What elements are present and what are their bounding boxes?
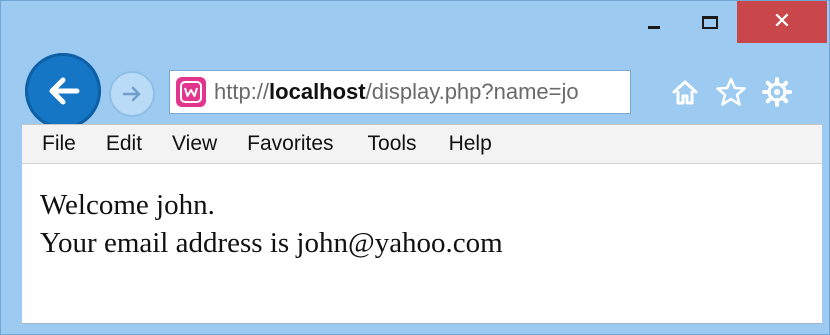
menu-file[interactable]: File bbox=[42, 132, 76, 156]
menu-edit[interactable]: Edit bbox=[106, 132, 142, 156]
home-button[interactable] bbox=[668, 75, 702, 109]
minimize-button[interactable] bbox=[626, 1, 681, 43]
star-icon bbox=[716, 77, 746, 106]
home-icon bbox=[672, 80, 698, 105]
menu-bar: File Edit View Favorites Tools Help bbox=[22, 124, 822, 164]
menu-view[interactable]: View bbox=[172, 132, 217, 156]
gear-icon bbox=[762, 77, 792, 107]
url-text: http://localhost/display.php?name=jo bbox=[214, 79, 579, 105]
welcome-text: Welcome john. bbox=[40, 189, 215, 221]
page-content: Welcome john. Your email address is john… bbox=[22, 164, 822, 324]
close-icon: ✕ bbox=[772, 9, 792, 34]
close-button[interactable]: ✕ bbox=[737, 1, 827, 43]
favorites-button[interactable] bbox=[714, 75, 748, 109]
minimize-icon bbox=[647, 25, 660, 29]
url-scheme: http:// bbox=[214, 79, 270, 104]
menu-favorites[interactable]: Favorites bbox=[247, 132, 333, 156]
address-bar[interactable]: http://localhost/display.php?name=jo bbox=[169, 70, 631, 114]
arrow-right-icon bbox=[122, 86, 141, 102]
tools-button[interactable] bbox=[760, 75, 794, 109]
toolbar-icons bbox=[668, 71, 794, 113]
menu-help[interactable]: Help bbox=[449, 132, 492, 156]
menu-tools[interactable]: Tools bbox=[368, 132, 417, 156]
maximize-button[interactable] bbox=[686, 1, 734, 43]
maximize-icon bbox=[702, 15, 718, 29]
back-button[interactable] bbox=[25, 53, 101, 129]
url-host: localhost bbox=[269, 79, 366, 104]
wampserver-icon bbox=[176, 77, 206, 107]
browser-window: ✕ http://localhost/display.php?name=jo F… bbox=[0, 0, 830, 335]
email-text: Your email address is john@yahoo.com bbox=[40, 227, 503, 259]
forward-button[interactable] bbox=[109, 71, 155, 117]
url-path: /display.php?name=jo bbox=[365, 79, 579, 104]
arrow-left-icon bbox=[49, 77, 80, 105]
